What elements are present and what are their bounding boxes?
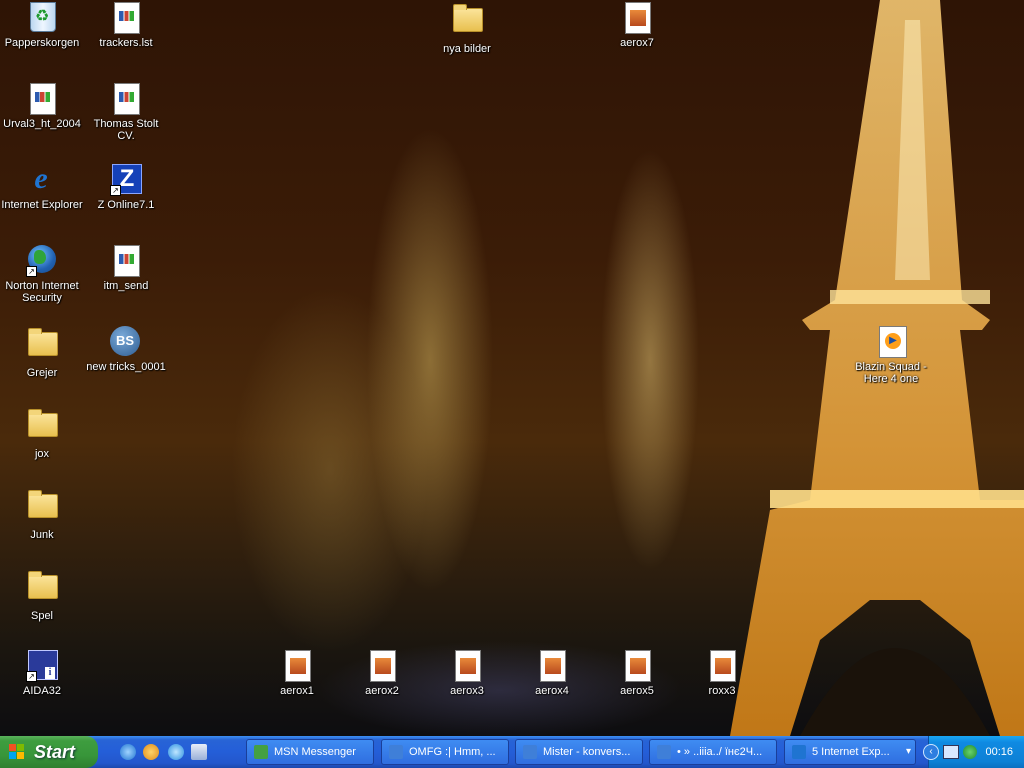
start-label: Start — [34, 742, 76, 762]
desktop-icon[interactable]: Z ↗ Z Online7.1 — [84, 164, 168, 211]
desktop-icon[interactable]: aerox5 — [595, 650, 679, 697]
clock[interactable]: 00:16 — [985, 736, 1013, 768]
image-file-icon — [455, 650, 481, 682]
folder-icon — [28, 409, 58, 437]
desktop-icon[interactable]: Spel — [0, 569, 84, 622]
desktop-icon-label: trackers.lst — [99, 37, 153, 49]
taskbar-button-label: • » ..iiia../ ïнє2Ч... — [677, 746, 763, 758]
group-dropdown-icon: ▾ — [905, 746, 911, 757]
desktop-icon-label: AIDA32 — [23, 685, 61, 697]
taskbar-button[interactable]: OMFG :| Hmm, ... — [381, 739, 509, 765]
desktop-icon-label: roxx3 — [708, 685, 736, 697]
taskbar-button-label: Mister - konvers... — [543, 746, 631, 758]
network-icon[interactable] — [943, 745, 959, 759]
msn-tray-icon[interactable] — [963, 745, 977, 759]
desktop-icon[interactable]: aerox1 — [255, 650, 339, 697]
system-tray: ‹ 00:16 — [923, 736, 1024, 768]
desktop-icon-label: Thomas Stolt CV. — [93, 118, 159, 142]
desktop-icon[interactable]: trackers.lst — [84, 2, 168, 49]
document-icon — [114, 2, 140, 34]
folder-icon — [28, 490, 58, 518]
desktop-icon-label: aerox2 — [365, 685, 399, 697]
taskbar-button-label: 5 Internet Exp... — [812, 746, 890, 758]
desktop-icon[interactable]: roxx3 — [680, 650, 764, 697]
shortcut-arrow-icon: ↗ — [26, 671, 37, 682]
desktop-icon-label: new tricks_0001 — [86, 361, 166, 373]
desktop-icon[interactable]: aerox2 — [340, 650, 424, 697]
taskbar-button[interactable]: 5 Internet Exp... ▾ — [784, 739, 916, 765]
folder-icon — [453, 4, 483, 32]
desktop-icon-label: aerox1 — [280, 685, 314, 697]
taskbar-button[interactable]: MSN Messenger — [246, 739, 374, 765]
desktop-icon[interactable]: aerox7 — [595, 2, 679, 49]
document-icon — [114, 245, 140, 277]
bs-player-icon: BS — [110, 326, 140, 356]
document-icon — [30, 83, 56, 115]
desktop-icon[interactable]: aerox4 — [510, 650, 594, 697]
desktop-icon[interactable]: Grejer — [0, 326, 84, 379]
image-file-icon — [625, 650, 651, 682]
shortcut-arrow-icon: ↗ — [26, 266, 37, 277]
folder-icon — [28, 328, 58, 356]
desktop-icon-label: Junk — [30, 529, 54, 541]
image-file-icon — [285, 650, 311, 682]
desktop-icon[interactable]: aerox3 — [425, 650, 509, 697]
quick-launch-media-player-icon[interactable] — [143, 744, 159, 760]
desktop-icon[interactable]: Papperskorgen — [0, 2, 84, 49]
tray-expand-icon[interactable]: ‹ — [923, 744, 939, 760]
folder-icon — [28, 571, 58, 599]
desktop-icon-label: Norton Internet Security — [5, 280, 79, 304]
desktop-icon-label: itm_send — [103, 280, 149, 292]
desktop-icon[interactable]: nya bilder — [425, 2, 509, 55]
desktop-icon-label: Spel — [30, 610, 54, 622]
desktop-icon-label: aerox7 — [620, 37, 654, 49]
image-file-icon — [540, 650, 566, 682]
desktop-icon-label: aerox5 — [620, 685, 654, 697]
desktop-icon[interactable]: itm_send — [84, 245, 168, 292]
word-document-icon — [114, 83, 140, 115]
image-file-icon — [625, 2, 651, 34]
desktop-icon-label: Grejer — [26, 367, 58, 379]
desktop-icon[interactable]: jox — [0, 407, 84, 460]
quick-launch-show-desktop-icon[interactable] — [191, 744, 207, 760]
desktop-icon[interactable]: Junk — [0, 488, 84, 541]
desktop-icon[interactable]: Urval3_ht_2004 — [0, 83, 84, 130]
msn-conversation-icon — [389, 745, 403, 759]
desktop-icon[interactable]: BS new tricks_0001 — [84, 326, 168, 373]
desktop-icon[interactable]: Blazin Squad - Here 4 one — [849, 326, 933, 385]
desktop-icon-label: Z Online7.1 — [97, 199, 155, 211]
desktop-icon-label: Internet Explorer — [1, 199, 83, 211]
desktop-icon-label: Papperskorgen — [4, 37, 80, 49]
start-button[interactable]: Start — [0, 736, 98, 768]
desktop-icon-label: aerox4 — [535, 685, 569, 697]
desktop-icon-label: Blazin Squad - Here 4 one — [855, 361, 927, 385]
desktop-icon[interactable]: ↗ AIDA32 — [0, 650, 84, 697]
desktop-icon[interactable]: Thomas Stolt CV. — [84, 83, 168, 142]
desktop-icon[interactable]: ↗ Norton Internet Security — [0, 245, 84, 304]
quick-launch-internet-explorer-icon[interactable] — [120, 744, 136, 760]
msn-messenger-icon — [254, 745, 268, 759]
media-file-icon — [879, 326, 907, 358]
internet-explorer-icon — [792, 745, 806, 759]
taskbar: Start MSN Messenger OMFG :| Hmm, ... Miste… — [0, 736, 1024, 768]
msn-conversation-icon — [523, 745, 537, 759]
taskbar-button-label: MSN Messenger — [274, 746, 356, 758]
desktop-icon-label: Urval3_ht_2004 — [3, 118, 81, 130]
shortcut-arrow-icon: ↗ — [110, 185, 121, 196]
image-file-icon — [370, 650, 396, 682]
taskbar-button[interactable]: • » ..iiia../ ïнє2Ч... — [649, 739, 777, 765]
msn-conversation-icon — [657, 745, 671, 759]
quick-launch-msn-icon[interactable] — [168, 744, 184, 760]
desktop-icon[interactable]: e Internet Explorer — [0, 162, 84, 212]
internet-explorer-icon: e — [34, 162, 48, 195]
image-file-icon — [710, 650, 736, 682]
desktop-icon-label: aerox3 — [450, 685, 484, 697]
windows-flag-icon — [9, 744, 25, 760]
recycle-bin-icon — [30, 2, 56, 32]
desktop-icon-label: jox — [34, 448, 50, 460]
taskbar-button-label: OMFG :| Hmm, ... — [409, 746, 496, 758]
desktop-icon-label: nya bilder — [443, 43, 491, 55]
taskbar-button[interactable]: Mister - konvers... — [515, 739, 643, 765]
